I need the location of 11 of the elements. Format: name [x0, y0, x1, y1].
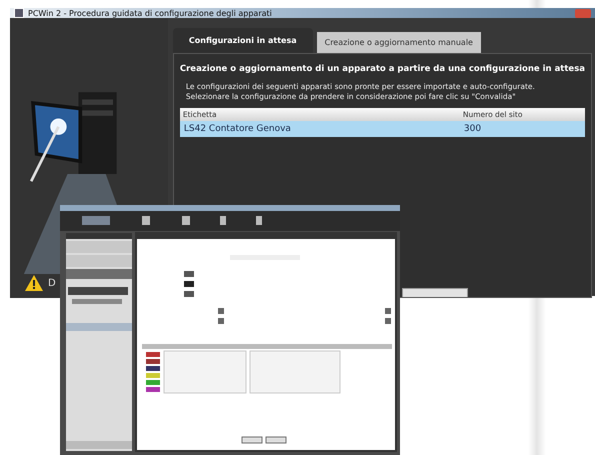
- table-cell: 300: [464, 124, 482, 134]
- window-title: PCWin 2 - Procedura guidata di configurazione degli apparati: [28, 8, 273, 18]
- tab[interactable]: Configurazioni in attesa: [172, 28, 313, 53]
- dialog-button[interactable]: [402, 288, 468, 297]
- table-cell-text: LS42 Contatore Genova: [184, 124, 292, 134]
- warning-icon: [24, 274, 44, 292]
- tab[interactable]: Creazione o aggiornamento manuale: [316, 32, 481, 53]
- app-icon: [14, 8, 24, 18]
- section-heading: Creazione o aggiornamento di un apparato a partire da una configurazione in attesa: [180, 64, 585, 74]
- table-row[interactable]: LS42 Contatore Genova 300: [180, 120, 585, 136]
- message-text: D: [48, 278, 56, 288]
